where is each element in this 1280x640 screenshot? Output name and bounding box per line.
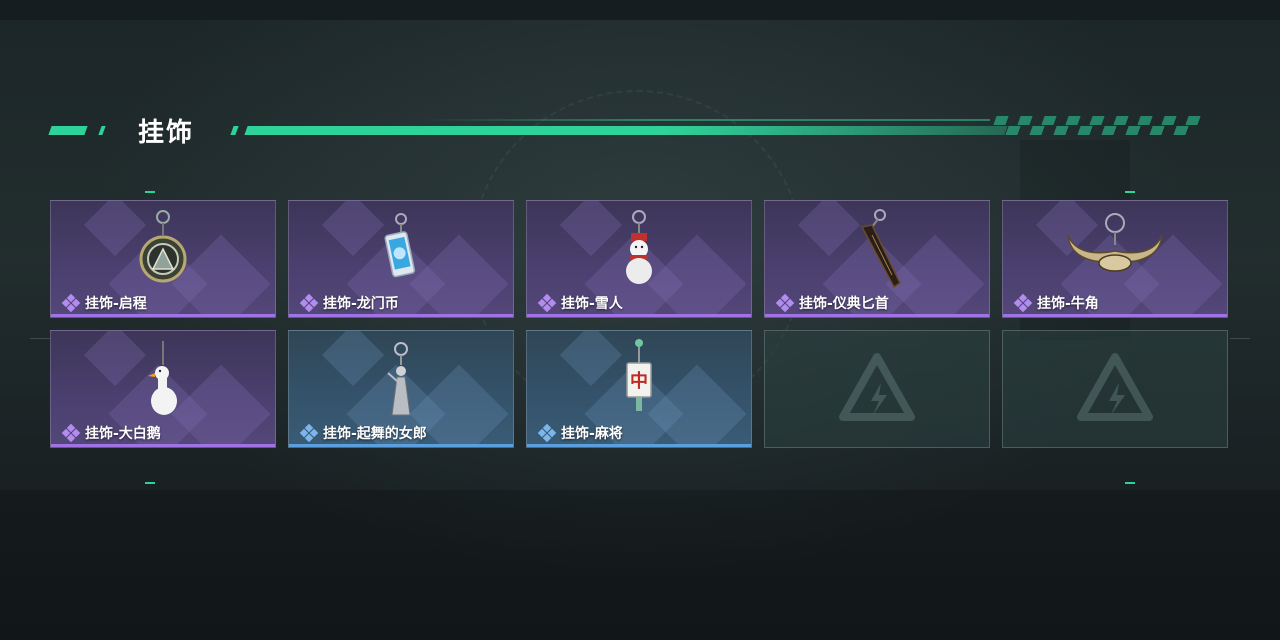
frame-side-line [1230, 338, 1250, 339]
medallion-charm-icon [139, 210, 187, 283]
frame-corner-tick [145, 482, 155, 484]
header-stripe [48, 126, 88, 135]
frame-corner-tick [145, 191, 155, 193]
section-header: 挂饰 [48, 112, 1210, 148]
card-label-row: 挂饰-龙门币 [299, 293, 399, 313]
charm-name: 挂饰-麻将 [561, 426, 623, 442]
charm-card[interactable]: 中 挂饰-麻将 [526, 330, 752, 448]
rarity-diamond-icon [537, 293, 557, 313]
charm-card[interactable]: 挂饰-牛角 [1002, 200, 1228, 318]
card-label-row: 挂饰-麻将 [537, 423, 623, 443]
dancing-lady-charm-icon [387, 342, 411, 416]
charm-name: 挂饰-仪典匕首 [799, 296, 889, 312]
rarity-diamond-icon [1013, 293, 1033, 313]
charm-card[interactable]: 挂饰-启程 [50, 200, 276, 318]
mahjong-glyph: 中 [630, 370, 648, 392]
header-stripe [98, 126, 106, 135]
charm-name: 挂饰-启程 [85, 296, 147, 312]
rarity-stripe [289, 314, 513, 317]
rarity-stripe [1003, 314, 1227, 317]
charm-card[interactable]: 挂饰-仪典匕首 [764, 200, 990, 318]
rarity-stripe [51, 444, 275, 447]
top-bar [0, 0, 1280, 20]
rarity-diamond-icon [299, 293, 319, 313]
bull-horns-charm-icon [1067, 213, 1163, 272]
header-stripe [230, 126, 239, 135]
rarity-diamond-icon [299, 423, 319, 443]
rarity-diamond-icon [775, 293, 795, 313]
rarity-stripe [765, 314, 989, 317]
frame-corner-tick [1125, 191, 1135, 193]
background-ground [0, 490, 1280, 640]
empty-charm-slot[interactable] [764, 330, 990, 448]
charm-name: 挂饰-龙门币 [323, 296, 399, 312]
frame-side-line [30, 338, 50, 339]
empty-slot-logo-icon [839, 353, 915, 421]
rarity-stripe [289, 444, 513, 447]
mahjong-tile-charm-icon: 中 [626, 339, 652, 411]
charm-card[interactable]: 挂饰-龙门币 [288, 200, 514, 318]
charm-card[interactable]: 挂饰-大白鹅 [50, 330, 276, 448]
frame-corner-tick [1125, 482, 1135, 484]
card-label-row: 挂饰-牛角 [1013, 293, 1099, 313]
rarity-stripe [527, 314, 751, 317]
snowman-charm-icon [626, 210, 652, 284]
rarity-diamond-icon [537, 423, 557, 443]
card-deco [559, 331, 623, 387]
card-label-row: 挂饰-大白鹅 [61, 423, 161, 443]
charm-name: 挂饰-大白鹅 [85, 426, 161, 442]
card-label-row: 挂饰-雪人 [537, 293, 623, 313]
charm-card[interactable]: 挂饰-雪人 [526, 200, 752, 318]
dagger-charm-icon [860, 209, 901, 289]
card-deco [559, 201, 623, 257]
header-progress-bar [244, 126, 1008, 135]
header-thin-line [420, 119, 990, 121]
rarity-stripe [527, 444, 751, 447]
charm-card[interactable]: 挂饰-起舞的女郎 [288, 330, 514, 448]
card-deco [83, 331, 147, 387]
rarity-diamond-icon [61, 423, 81, 443]
section-title: 挂饰 [138, 118, 195, 148]
rarity-stripe [51, 314, 275, 317]
charm-name: 挂饰-牛角 [1037, 296, 1099, 312]
white-goose-charm-icon [148, 341, 177, 415]
rarity-diamond-icon [61, 293, 81, 313]
empty-charm-slot[interactable] [1002, 330, 1228, 448]
coin-card-charm-icon [384, 213, 416, 278]
card-label-row: 挂饰-仪典匕首 [775, 293, 889, 313]
card-deco [321, 331, 385, 387]
charm-name: 挂饰-雪人 [561, 296, 623, 312]
header-checker-pattern [993, 116, 1201, 136]
card-label-row: 挂饰-起舞的女郎 [299, 423, 427, 443]
card-label-row: 挂饰-启程 [61, 293, 147, 313]
charm-name: 挂饰-起舞的女郎 [323, 426, 427, 442]
card-deco [321, 201, 385, 257]
empty-slot-logo-icon [1077, 353, 1153, 421]
